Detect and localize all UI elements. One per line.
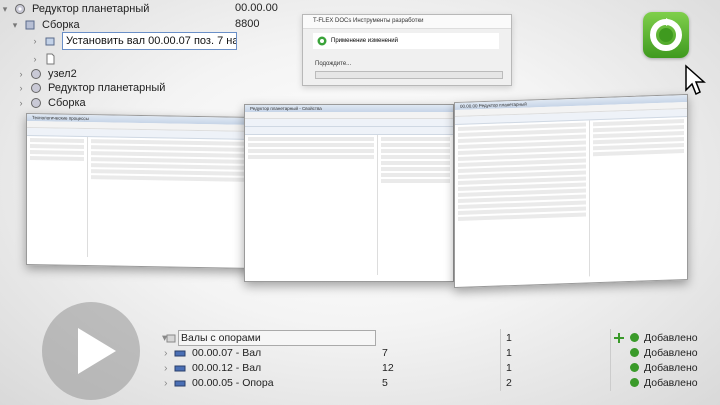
row-qty: 2 xyxy=(506,377,512,389)
dialog-header: Применение изменений xyxy=(313,33,499,49)
gear-assembly-icon xyxy=(31,69,41,79)
row-status: Добавлено xyxy=(644,377,698,389)
row-status: Добавлено xyxy=(644,332,698,344)
tree-row-label: Сборка xyxy=(48,97,86,109)
row-qty: 1 xyxy=(506,332,512,344)
folder-icon xyxy=(166,334,176,343)
gear-assembly-icon xyxy=(31,98,41,108)
row-pos: 12 xyxy=(382,362,394,374)
tree-row-document[interactable]: › xyxy=(30,51,62,67)
tree-row-label: Сборка xyxy=(42,19,80,31)
table-row-group[interactable]: ▾ Валы с опорами 1 Добавлено xyxy=(160,329,720,346)
tree-row-value: 8800 xyxy=(235,18,260,30)
table-row[interactable]: › 00.00.05 - Опора 5 2 Добавлено xyxy=(160,374,720,391)
document-icon xyxy=(46,53,55,65)
app-logo xyxy=(643,12,689,58)
tree-row-root[interactable]: ▾ Редуктор планетарный xyxy=(0,1,150,17)
table-row[interactable]: › 00.00.12 - Вал 12 1 Добавлено xyxy=(160,359,720,376)
refresh-logo-icon xyxy=(650,18,682,51)
screenshot-card-norms: 00.00.00 Редуктор планетарный xyxy=(454,93,688,289)
chevron-right-icon[interactable]: › xyxy=(30,36,40,46)
row-label: 00.00.07 - Вал xyxy=(192,347,262,359)
row-qty: 1 xyxy=(506,362,512,374)
tree-row-value: 00.00.00 xyxy=(235,2,278,14)
status-icon xyxy=(630,333,639,342)
tree-row-reducer[interactable]: › Редуктор планетарный xyxy=(16,80,166,96)
row-status: Добавлено xyxy=(644,347,698,359)
gear-assembly-icon xyxy=(31,83,41,93)
chevron-right-icon[interactable]: › xyxy=(30,54,40,64)
status-icon xyxy=(630,348,639,357)
assembly-icon xyxy=(25,20,35,30)
chevron-right-icon[interactable]: › xyxy=(164,376,168,390)
chevron-right-icon[interactable]: › xyxy=(16,69,26,79)
chevron-right-icon[interactable]: › xyxy=(16,83,26,93)
operation-name-field[interactable]: Установить вал 00.00.07 поз. 7 на ... xyxy=(62,32,237,50)
tree-row-label: Редуктор планетарный xyxy=(32,3,150,15)
chevron-right-icon[interactable]: › xyxy=(164,346,168,360)
row-label: 00.00.05 - Опора xyxy=(192,377,274,389)
play-icon xyxy=(78,328,116,374)
table-row[interactable]: › 00.00.07 - Вал 7 1 Добавлено xyxy=(160,344,720,361)
operation-icon xyxy=(45,37,55,46)
screenshot-card-processes: Технологические процессы xyxy=(26,112,260,270)
row-pos: 5 xyxy=(382,377,388,389)
support-part-icon xyxy=(174,380,186,387)
dialog-title: T-FLEX DOCs Инструменты разработки xyxy=(303,15,511,29)
row-label: 00.00.12 - Вал xyxy=(192,362,262,374)
row-pos: 7 xyxy=(382,347,388,359)
row-label: Валы с опорами xyxy=(181,332,261,344)
row-qty: 1 xyxy=(506,347,512,359)
row-status: Добавлено xyxy=(644,362,698,374)
dialog-message: Подождите... xyxy=(315,61,352,67)
mouse-cursor-icon xyxy=(685,64,706,96)
tree-row-label: узел2 xyxy=(48,68,77,80)
tree-row-operation[interactable]: › xyxy=(30,33,62,49)
play-button[interactable] xyxy=(42,302,140,400)
chevron-right-icon[interactable]: › xyxy=(164,361,168,375)
chevron-down-icon[interactable]: ▾ xyxy=(10,20,20,31)
shaft-part-icon xyxy=(174,350,186,357)
add-icon xyxy=(614,333,624,343)
shaft-part-icon xyxy=(174,365,186,372)
gear-assembly-icon xyxy=(15,4,25,14)
screenshot-card-properties: Редуктор планетарный - Свойства xyxy=(244,104,454,282)
chevron-down-icon[interactable]: ▾ xyxy=(0,4,10,15)
tree-row-label: Редуктор планетарный xyxy=(48,82,166,94)
card-title: Редуктор планетарный - Свойства xyxy=(245,105,453,112)
dialog-header-label: Применение изменений xyxy=(331,38,399,44)
progress-dialog: T-FLEX DOCs Инструменты разработки Приме… xyxy=(302,14,512,86)
status-icon xyxy=(630,363,639,372)
chevron-right-icon[interactable]: › xyxy=(16,98,26,108)
status-icon xyxy=(630,378,639,387)
tree-row-assembly[interactable]: ▾ Сборка xyxy=(10,17,80,33)
progress-bar xyxy=(315,71,503,79)
progress-ok-icon xyxy=(317,36,327,46)
tree-row-assembly-2[interactable]: › Сборка xyxy=(16,95,86,111)
